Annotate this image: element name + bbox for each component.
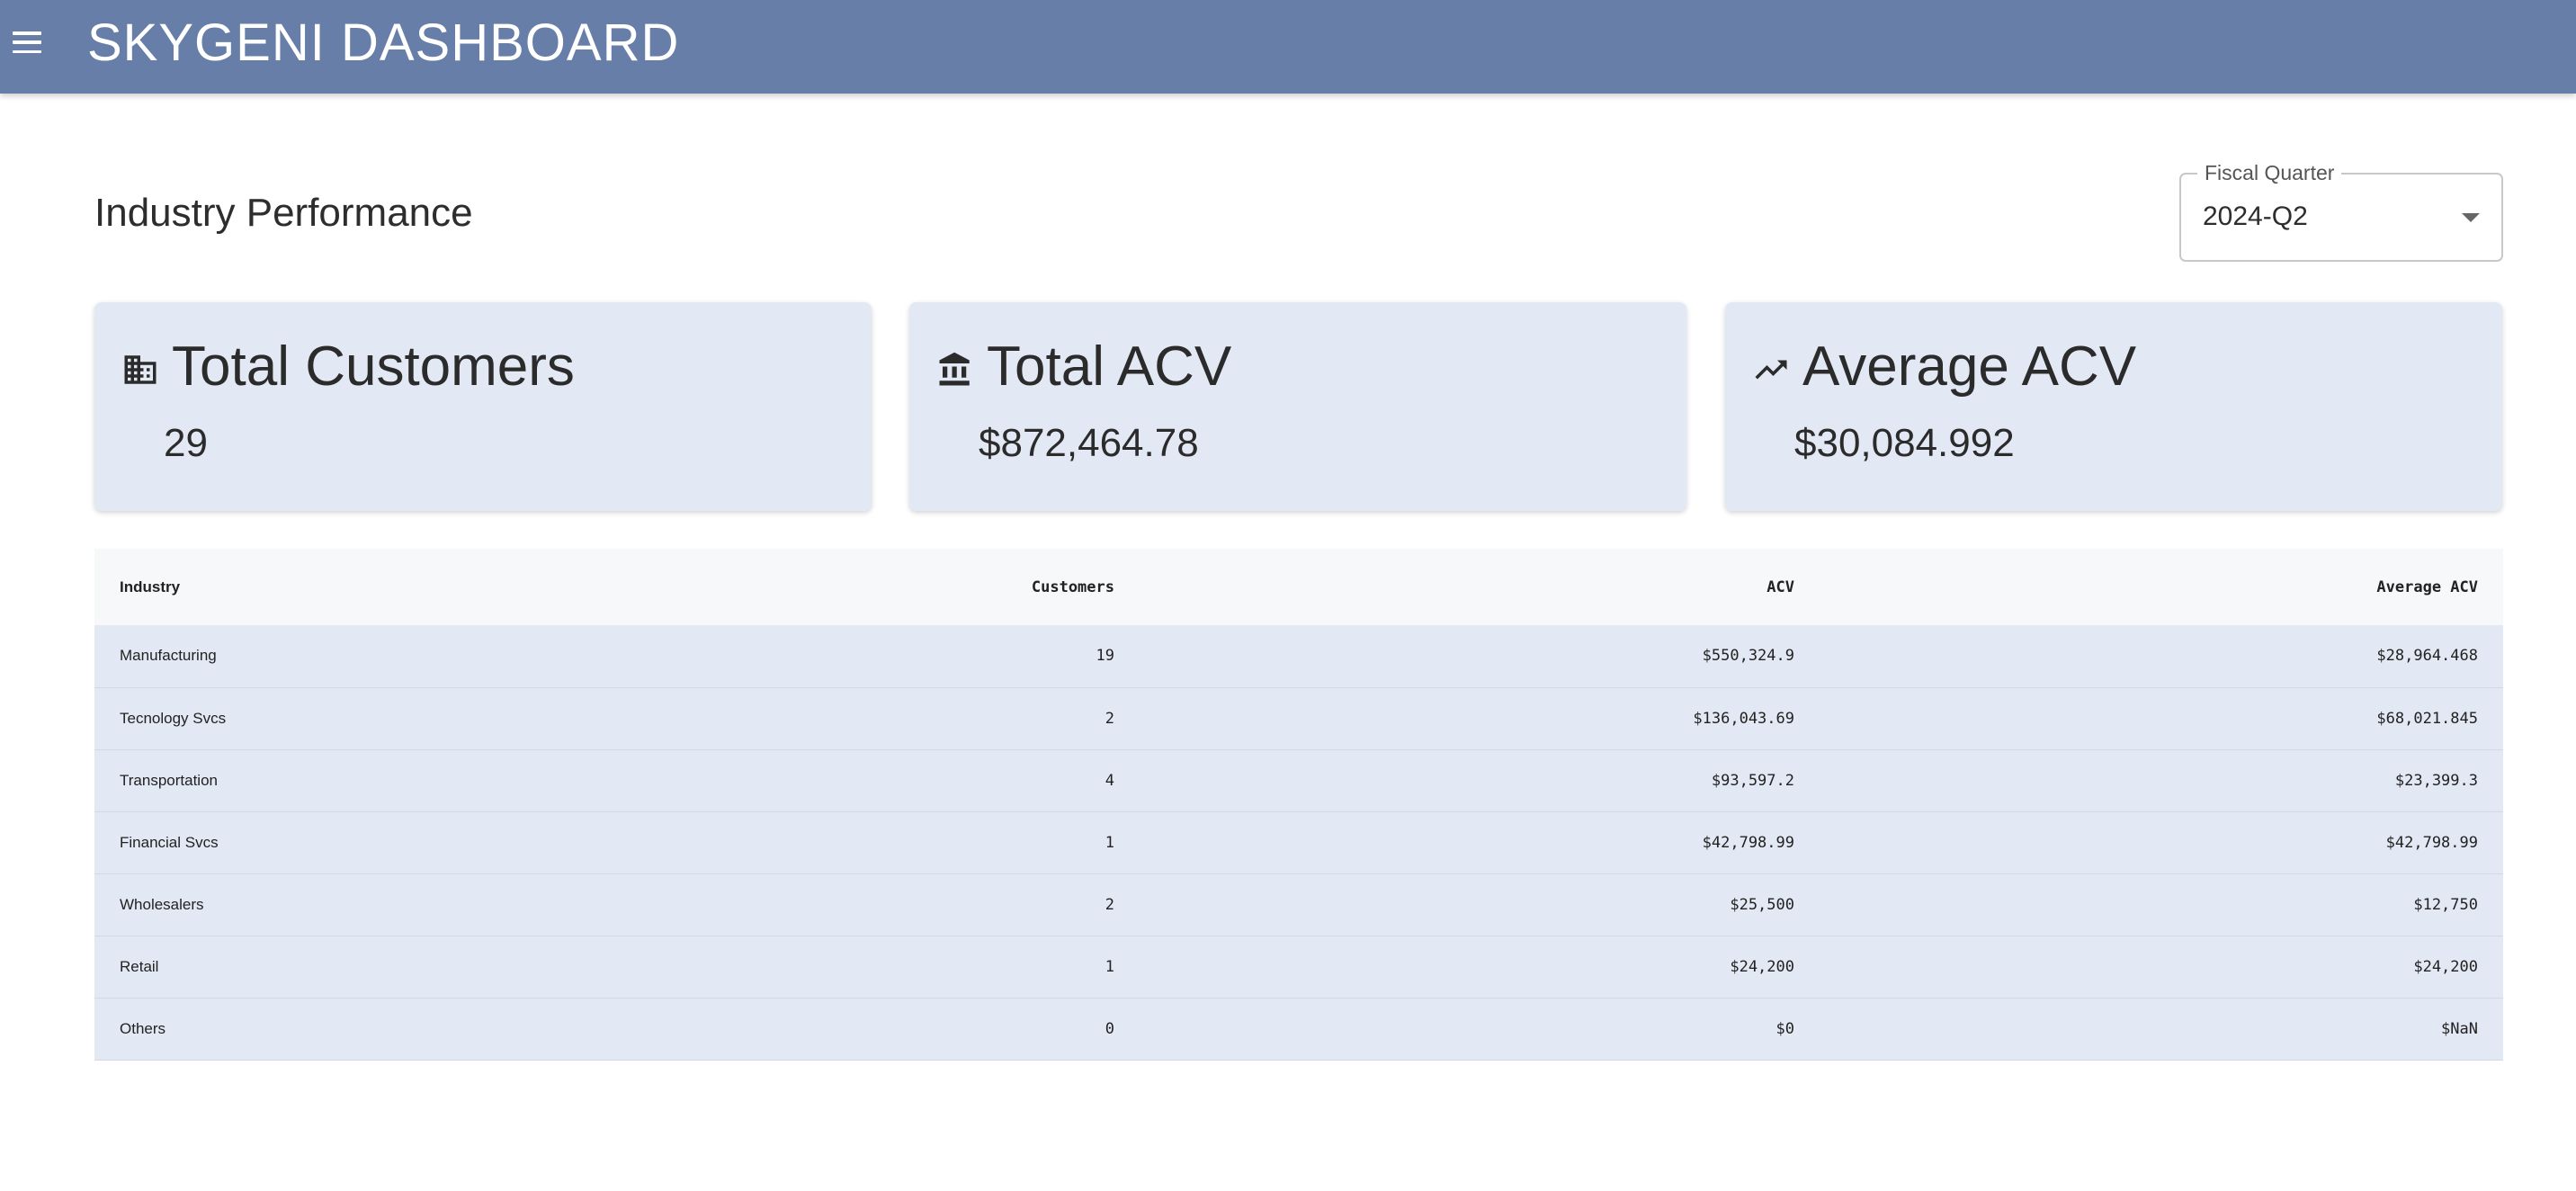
page-title: Industry Performance (94, 191, 473, 235)
cell-average-acv: $68,021.845 (1820, 687, 2503, 750)
fiscal-quarter-value: 2024-Q2 (2203, 201, 2308, 231)
cell-customers: 0 (532, 998, 1140, 1061)
industry-table: Industry Customers ACV Average ACV Manuf… (94, 549, 2503, 1061)
cell-customers: 2 (532, 687, 1140, 750)
cell-industry: Transportation (94, 749, 532, 812)
cell-average-acv: $12,750 (1820, 873, 2503, 936)
table-row[interactable]: Tecnology Svcs 2 $136,043.69 $68,021.845 (94, 687, 2503, 750)
cell-average-acv: $28,964.468 (1820, 625, 2503, 688)
cell-customers: 4 (532, 749, 1140, 812)
card-value: $30,084.992 (1794, 421, 2015, 465)
cell-customers: 1 (532, 811, 1140, 874)
card-value: $872,464.78 (979, 421, 1199, 465)
cell-average-acv: $23,399.3 (1820, 749, 2503, 812)
column-header-customers[interactable]: Customers (532, 549, 1140, 625)
cell-customers: 1 (532, 936, 1140, 998)
table-row[interactable]: Manufacturing 19 $550,324.9 $28,964.468 (94, 625, 2503, 688)
cell-average-acv: $NaN (1820, 998, 2503, 1061)
cell-industry: Financial Svcs (94, 811, 532, 874)
table-row[interactable]: Retail 1 $24,200 $24,200 (94, 936, 2503, 998)
fiscal-quarter-select[interactable]: Fiscal Quarter 2024-Q2 (2179, 161, 2503, 262)
cell-customers: 2 (532, 873, 1140, 936)
cell-industry: Wholesalers (94, 873, 532, 936)
cell-industry: Others (94, 998, 532, 1061)
card-title: Total Customers (172, 336, 575, 398)
app-title: SKYGENI DASHBOARD (87, 13, 680, 72)
table-row[interactable]: Transportation 4 $93,597.2 $23,399.3 (94, 749, 2503, 812)
table-row[interactable]: Wholesalers 2 $25,500 $12,750 (94, 873, 2503, 936)
cell-acv: $25,500 (1140, 873, 1820, 936)
column-header-acv[interactable]: ACV (1140, 549, 1820, 625)
app-bar: SKYGENI DASHBOARD (0, 0, 2576, 94)
total-acv-card: Total ACV $872,464.78 (909, 302, 1686, 511)
bank-icon (939, 352, 970, 386)
card-title: Total ACV (987, 336, 1232, 398)
cell-acv: $42,798.99 (1140, 811, 1820, 874)
chevron-down-icon[interactable] (2462, 213, 2480, 222)
card-title: Average ACV (1802, 336, 2137, 398)
column-header-average-acv[interactable]: Average ACV (1820, 549, 2503, 625)
cell-industry: Retail (94, 936, 532, 998)
column-header-industry[interactable]: Industry (94, 549, 532, 625)
cell-industry: Tecnology Svcs (94, 687, 532, 750)
building-icon (124, 355, 157, 384)
cell-acv: $93,597.2 (1140, 749, 1820, 812)
cell-acv: $550,324.9 (1140, 625, 1820, 688)
cell-acv: $0 (1140, 998, 1820, 1061)
cell-acv: $24,200 (1140, 936, 1820, 998)
cell-customers: 19 (532, 625, 1140, 688)
cell-average-acv: $42,798.99 (1820, 811, 2503, 874)
table-header-row: Industry Customers ACV Average ACV (94, 549, 2503, 625)
table-row[interactable]: Financial Svcs 1 $42,798.99 $42,798.99 (94, 811, 2503, 874)
cell-acv: $136,043.69 (1140, 687, 1820, 750)
cell-industry: Manufacturing (94, 625, 532, 688)
average-acv-card: Average ACV $30,084.992 (1725, 302, 2502, 511)
menu-icon[interactable] (13, 28, 45, 57)
table-row[interactable]: Others 0 $0 $NaN (94, 998, 2503, 1061)
total-customers-card: Total Customers 29 (94, 302, 872, 511)
card-value: 29 (164, 421, 208, 465)
trending-up-icon (1755, 360, 1787, 380)
cell-average-acv: $24,200 (1820, 936, 2503, 998)
fiscal-quarter-label: Fiscal Quarter (2197, 161, 2342, 185)
